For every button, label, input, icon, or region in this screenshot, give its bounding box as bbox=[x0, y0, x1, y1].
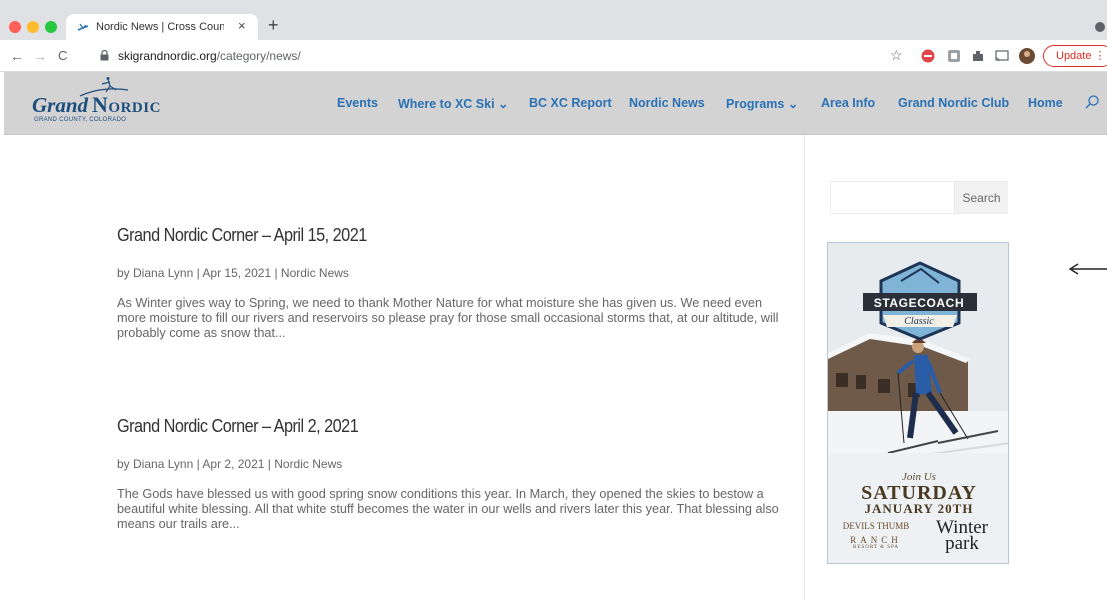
maximize-window-button[interactable] bbox=[45, 21, 57, 33]
post-title-link[interactable]: Grand Nordic Corner – April 2, 2021 bbox=[117, 415, 707, 437]
post-item: Grand Nordic Corner – April 15, 2021 by … bbox=[117, 224, 787, 341]
search-input[interactable] bbox=[831, 182, 954, 213]
sponsor1-line3: RESORT & SPA bbox=[853, 545, 899, 550]
url-text: skigrandnordic.org/category/news/ bbox=[118, 49, 301, 63]
logo-nordic: Nordic bbox=[92, 92, 161, 117]
logo-grand: Grand bbox=[32, 93, 89, 117]
post-meta: by Diana Lynn | Apr 15, 2021 | Nordic Ne… bbox=[117, 266, 349, 280]
grand-nordic-logo[interactable]: Grand Nordic GRAND COUNTY, COLORADO bbox=[32, 76, 172, 130]
ad-date-text: JANUARY 20TH bbox=[864, 501, 974, 516]
reload-button[interactable]: C bbox=[58, 48, 67, 63]
address-bar[interactable]: skigrandnordic.org/category/news/ bbox=[90, 45, 880, 67]
pointer-arrow-icon bbox=[1068, 263, 1107, 275]
forward-button[interactable]: → bbox=[33, 48, 47, 64]
nav-home[interactable]: Home bbox=[1028, 96, 1063, 110]
logo-wordmark: Grand Nordic bbox=[32, 92, 161, 118]
post-meta: by Diana Lynn | Apr 2, 2021 | Nordic New… bbox=[117, 457, 343, 471]
browser-toolbar: ← → C skigrandnordic.org/category/news/ … bbox=[0, 40, 1107, 72]
sponsor1-line1: DEVILS THUMB bbox=[842, 521, 910, 531]
update-label: Update bbox=[1056, 50, 1092, 62]
search-button[interactable]: Search bbox=[954, 182, 1008, 213]
sponsor1-line2: RANCH bbox=[850, 535, 902, 545]
nav-grand-nordic-club[interactable]: Grand Nordic Club bbox=[898, 96, 1009, 110]
browser-tab-bar: Nordic News | Cross Country S × + bbox=[0, 0, 1107, 40]
sidebar-search: Search bbox=[830, 181, 1008, 214]
sidebar-divider bbox=[804, 135, 805, 600]
logo-subtitle: GRAND COUNTY, COLORADO bbox=[34, 117, 127, 123]
nav-bc-xc-report[interactable]: BC XC Report bbox=[529, 96, 612, 110]
nav-events[interactable]: Events bbox=[337, 96, 378, 110]
profile-indicator-icon[interactable] bbox=[1095, 22, 1105, 32]
skier-favicon-icon bbox=[77, 23, 89, 31]
close-window-button[interactable] bbox=[9, 21, 21, 33]
stagecoach-classic-ad[interactable]: STAGECOACH Classic Join Us SATURDAY JANU… bbox=[827, 242, 1009, 564]
winter-park-logo: Winter park bbox=[922, 518, 1002, 554]
bookmark-star-icon[interactable]: ☆ bbox=[890, 47, 903, 64]
profile-avatar[interactable] bbox=[1019, 48, 1035, 64]
ad-badge-title: STAGECOACH bbox=[873, 296, 965, 310]
ad-badge-subtitle: Classic bbox=[904, 316, 934, 327]
tab-close-icon[interactable]: × bbox=[238, 18, 246, 33]
devils-thumb-ranch-logo: DEVILS THUMB RANCH RESORT & SPA bbox=[836, 521, 916, 550]
update-button[interactable]: Update ⋮ bbox=[1043, 45, 1107, 67]
cast-icon[interactable] bbox=[995, 49, 1009, 63]
post-excerpt: The Gods have blessed us with good sprin… bbox=[117, 487, 779, 531]
main-content: Grand Nordic Corner – April 15, 2021 by … bbox=[4, 135, 1107, 600]
post-title-link[interactable]: Grand Nordic Corner – April 15, 2021 bbox=[117, 224, 707, 246]
sponsor2-line2: park bbox=[945, 533, 979, 554]
back-button[interactable]: ← bbox=[10, 48, 24, 64]
tab-title: Nordic News | Cross Country S bbox=[96, 21, 224, 33]
nav-programs[interactable]: Programs ⌄ bbox=[726, 96, 798, 111]
url-path: /category/news/ bbox=[216, 49, 301, 63]
new-tab-button[interactable]: + bbox=[268, 15, 279, 36]
post-item: Grand Nordic Corner – April 2, 2021 by D… bbox=[117, 415, 787, 532]
site-header: Grand Nordic GRAND COUNTY, COLORADO Even… bbox=[4, 72, 1107, 135]
update-menu-icon: ⋮ bbox=[1094, 50, 1106, 62]
extension-icon[interactable] bbox=[947, 49, 961, 63]
nav-nordic-news[interactable]: Nordic News bbox=[629, 96, 705, 110]
url-host: skigrandnordic.org bbox=[118, 49, 217, 63]
post-excerpt: As Winter gives way to Spring, we need t… bbox=[117, 296, 779, 340]
lock-icon bbox=[100, 50, 109, 61]
adblock-extension-icon[interactable] bbox=[921, 49, 935, 63]
browser-tab-active[interactable]: Nordic News | Cross Country S × bbox=[66, 14, 258, 40]
nav-where-to-xc-ski[interactable]: Where to XC Ski ⌄ bbox=[398, 96, 509, 111]
puzzle-extension-icon[interactable] bbox=[971, 49, 985, 63]
minimize-window-button[interactable] bbox=[27, 21, 39, 33]
nav-area-info[interactable]: Area Info bbox=[821, 96, 875, 110]
search-icon[interactable] bbox=[1084, 94, 1100, 110]
